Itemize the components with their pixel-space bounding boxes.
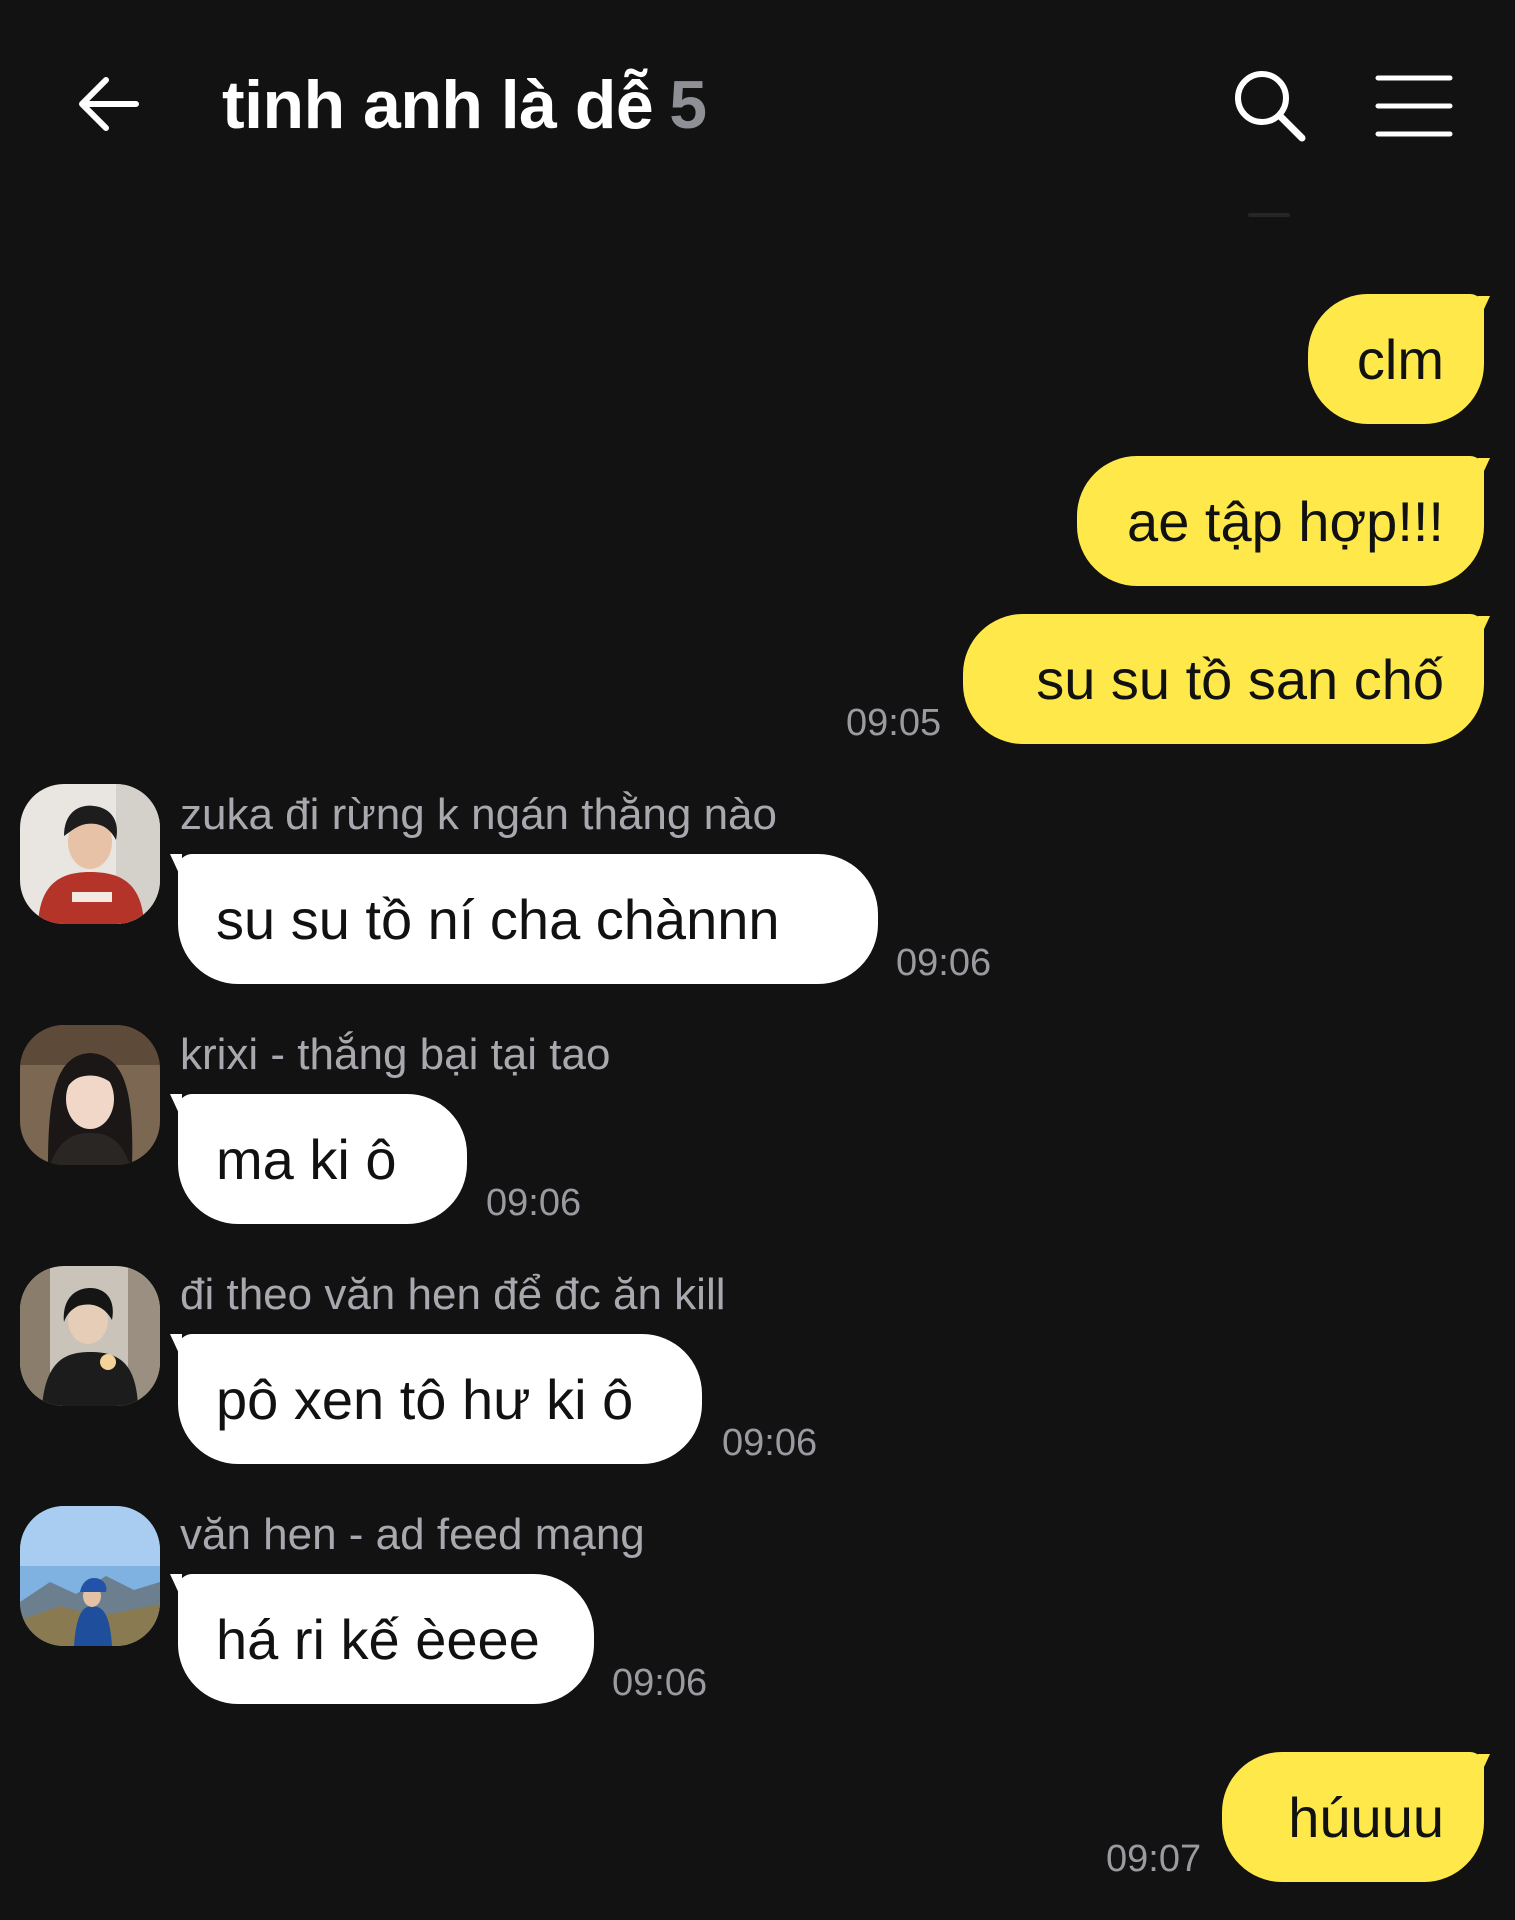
chat-header: tinh anh là dễ 5	[0, 0, 1515, 210]
incoming-message-bubble[interactable]: su su tồ ní cha chànnn	[170, 854, 878, 984]
avatar-person-red-hoodie	[20, 784, 160, 924]
chat-title: tinh anh là dễ 5	[222, 66, 707, 144]
avatar[interactable]	[20, 1506, 160, 1646]
sender-name: đi theo văn hen để đc ăn kill	[180, 1270, 726, 1319]
avatar[interactable]	[20, 1025, 160, 1165]
search-icon	[1235, 71, 1306, 142]
outgoing-message-bubble[interactable]: su su tồ san chố	[963, 614, 1490, 744]
message-text: pô xen tô hư ki ô	[216, 1367, 634, 1431]
avatar-person-mountain	[20, 1506, 160, 1646]
member-count: 5	[669, 67, 707, 143]
search-button[interactable]	[1228, 64, 1312, 148]
incoming-message-bubble[interactable]: pô xen tô hư ki ô	[170, 1334, 702, 1464]
sender-name: krixi - thắng bại tại tao	[180, 1030, 611, 1079]
message-timestamp: 09:06	[896, 942, 992, 984]
scroll-indicator	[1248, 213, 1290, 217]
message-text: su su tồ san chố	[1036, 647, 1444, 711]
group-name: tinh anh là dễ	[222, 67, 654, 143]
sender-name: zuka đi rừng k ngán thằng nào	[180, 790, 777, 839]
incoming-message-bubble[interactable]: ma ki ô	[170, 1094, 467, 1224]
avatar-person-street	[20, 1266, 160, 1406]
message-text: húuuu	[1288, 1785, 1444, 1849]
message-text: ae tập hợp!!!	[1127, 489, 1444, 553]
back-button[interactable]	[72, 68, 144, 140]
outgoing-message-bubble[interactable]: húuuu	[1222, 1752, 1490, 1882]
message-text: ma ki ô	[216, 1127, 397, 1191]
message-text: clm	[1356, 327, 1444, 391]
sender-name: văn hen - ad feed mạng	[180, 1510, 645, 1559]
avatar-person-black-hair	[20, 1025, 160, 1165]
message-timestamp: 09:06	[612, 1662, 708, 1704]
incoming-message-bubble[interactable]: há ri kế èeee	[170, 1574, 594, 1704]
message-text: su su tồ ní cha chànnn	[216, 887, 780, 951]
avatar[interactable]	[20, 1266, 160, 1406]
message-timestamp: 09:06	[486, 1182, 582, 1224]
outgoing-message-bubble[interactable]: clm	[1308, 294, 1490, 424]
message-text: há ri kế èeee	[216, 1607, 540, 1671]
menu-icon	[1375, 75, 1453, 137]
avatar[interactable]	[20, 784, 160, 924]
message-timestamp: 09:06	[722, 1422, 818, 1464]
message-timestamp: 09:05	[846, 702, 942, 744]
menu-button[interactable]	[1372, 70, 1456, 142]
arrow-left-icon	[79, 77, 139, 131]
outgoing-message-bubble[interactable]: ae tập hợp!!!	[1077, 456, 1490, 586]
message-timestamp: 09:07	[1106, 1838, 1202, 1880]
